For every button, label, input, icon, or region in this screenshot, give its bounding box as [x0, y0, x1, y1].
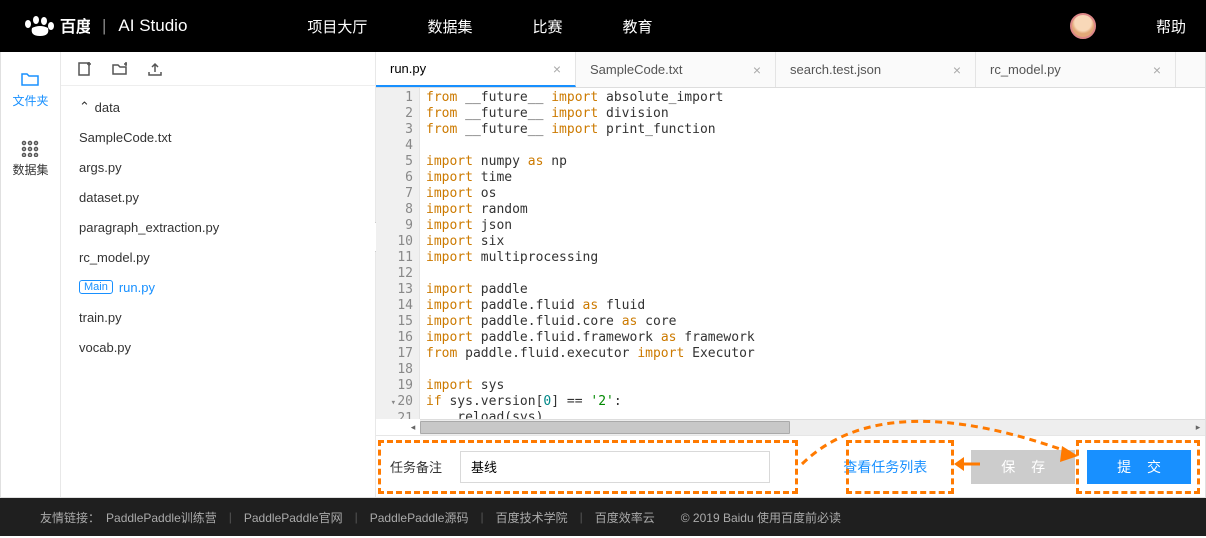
chevron-down-icon: ⌃: [79, 99, 91, 115]
tree-file[interactable]: vocab.py: [61, 332, 375, 362]
save-button[interactable]: 保 存: [971, 450, 1075, 484]
code-content[interactable]: from __future__ import absolute_import f…: [420, 88, 1205, 419]
code-editor[interactable]: 1 2 3 4 5 6 7 8 9 10 11 12 13 14 15 16 1…: [376, 88, 1205, 419]
bottom-bar: 任务备注 查看任务列表 保 存 提 交: [376, 435, 1205, 497]
top-nav: 项目大厅 数据集 比赛 教育: [307, 16, 652, 37]
nav-education[interactable]: 教育: [622, 16, 652, 37]
task-note-label: 任务备注: [390, 457, 442, 476]
footer-link[interactable]: 百度效率云: [595, 509, 655, 526]
tree-file[interactable]: args.py: [61, 152, 375, 182]
main-badge: Main: [79, 280, 113, 294]
view-tasks-link[interactable]: 查看任务列表: [843, 457, 927, 477]
footer: 友情链接： PaddlePaddle训练营| PaddlePaddle官网| P…: [0, 498, 1206, 536]
file-sidebar: ⌃ data SampleCode.txt args.py dataset.py…: [61, 52, 376, 497]
main-area: 文件夹 数据集 ⌃ data SampleCode.txt args.py da…: [0, 52, 1206, 498]
tree-file[interactable]: SampleCode.txt: [61, 122, 375, 152]
tab-search-json[interactable]: search.test.json×: [776, 52, 976, 87]
close-icon[interactable]: ×: [553, 61, 561, 77]
avatar[interactable]: [1070, 13, 1096, 39]
nav-projects[interactable]: 项目大厅: [307, 16, 367, 37]
new-file-icon[interactable]: [77, 61, 92, 76]
tab-samplecode[interactable]: SampleCode.txt×: [576, 52, 776, 87]
rail-files-label: 文件夹: [12, 92, 48, 109]
tree-file[interactable]: paragraph_extraction.py: [61, 212, 375, 242]
tree-folder-data[interactable]: ⌃ data: [61, 92, 375, 122]
logo-separator: |: [102, 16, 106, 36]
upload-icon[interactable]: [147, 61, 162, 76]
tree-file[interactable]: rc_model.py: [61, 242, 375, 272]
top-bar: 百度 | AI Studio 项目大厅 数据集 比赛 教育 帮助: [0, 0, 1206, 52]
rail-files[interactable]: 文件夹: [12, 70, 48, 109]
new-folder-icon[interactable]: [112, 61, 127, 76]
footer-link[interactable]: PaddlePaddle官网: [244, 509, 343, 526]
task-note-input[interactable]: [460, 451, 770, 483]
tree-file-main[interactable]: Mainrun.py: [61, 272, 375, 302]
tree-file[interactable]: train.py: [61, 302, 375, 332]
footer-prefix: 友情链接：: [40, 509, 100, 526]
scrollbar-thumb[interactable]: [420, 421, 790, 434]
rail-datasets[interactable]: 数据集: [12, 139, 48, 178]
footer-link[interactable]: PaddlePaddle训练营: [106, 509, 217, 526]
svg-text:百度: 百度: [60, 17, 90, 36]
baidu-logo-icon: 百度: [20, 14, 90, 38]
help-link[interactable]: 帮助: [1156, 16, 1186, 37]
submit-button[interactable]: 提 交: [1087, 450, 1191, 484]
footer-link[interactable]: PaddlePaddle源码: [370, 509, 469, 526]
editor-tabs: run.py× SampleCode.txt× search.test.json…: [376, 52, 1205, 88]
horizontal-scrollbar[interactable]: ◂▸: [420, 419, 1205, 435]
line-gutter: 1 2 3 4 5 6 7 8 9 10 11 12 13 14 15 16 1…: [376, 88, 420, 419]
dataset-icon: [20, 139, 40, 157]
tab-rc-model[interactable]: rc_model.py×: [976, 52, 1176, 87]
tab-run-py[interactable]: run.py×: [376, 52, 576, 87]
rail-datasets-label: 数据集: [12, 161, 48, 178]
footer-link[interactable]: 百度技术学院: [496, 509, 568, 526]
tree-file[interactable]: dataset.py: [61, 182, 375, 212]
brand-sub: AI Studio: [118, 16, 187, 36]
left-rail: 文件夹 数据集: [1, 52, 61, 497]
logo[interactable]: 百度 | AI Studio: [20, 14, 187, 38]
folder-icon: [20, 70, 40, 88]
footer-copyright: © 2019 Baidu 使用百度前必读: [681, 509, 841, 526]
close-icon[interactable]: ×: [753, 62, 761, 78]
nav-datasets[interactable]: 数据集: [427, 16, 472, 37]
close-icon[interactable]: ×: [953, 62, 961, 78]
nav-competition[interactable]: 比赛: [532, 16, 562, 37]
close-icon[interactable]: ×: [1153, 62, 1161, 78]
sidebar-toolbar: [61, 52, 375, 86]
file-tree: ⌃ data SampleCode.txt args.py dataset.py…: [61, 86, 375, 368]
editor-pane: ◂ run.py× SampleCode.txt× search.test.js…: [376, 52, 1205, 497]
